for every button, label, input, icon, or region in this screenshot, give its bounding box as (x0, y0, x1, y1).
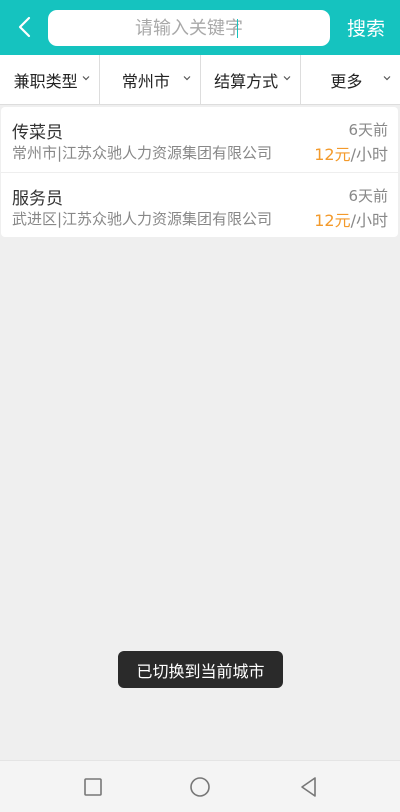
job-card[interactable]: 服务员 武进区|江苏众驰人力资源集团有限公司 6天前 12元/小时 (1, 173, 398, 237)
header: 搜索 (0, 0, 400, 55)
pay-unit: /小时 (350, 211, 388, 230)
job-list: 传菜员 常州市|江苏众驰人力资源集团有限公司 6天前 12元/小时 服务员 武进… (1, 107, 398, 237)
job-title: 服务员 (12, 189, 63, 209)
pay-unit: /小时 (350, 145, 388, 164)
square-icon[interactable] (80, 774, 106, 800)
toast-message: 已切换到当前城市 (118, 651, 283, 688)
job-company: 武进区|江苏众驰人力资源集团有限公司 (12, 210, 273, 228)
job-card[interactable]: 传菜员 常州市|江苏众驰人力资源集团有限公司 6天前 12元/小时 (1, 107, 398, 173)
chevron-down-icon (82, 76, 90, 81)
job-company: 常州市|江苏众驰人力资源集团有限公司 (12, 144, 273, 162)
filter-label: 更多 (330, 71, 363, 91)
job-pay: 12元/小时 (314, 207, 388, 231)
pay-amount: 12元 (314, 211, 351, 230)
screen: 搜索 兼职类型 常州市 结算方式 更多 (0, 0, 400, 812)
filter-bar: 兼职类型 常州市 结算方式 更多 (0, 55, 400, 105)
search-button[interactable]: 搜索 (336, 8, 396, 46)
back-button[interactable] (6, 8, 42, 46)
chevron-down-icon (183, 76, 190, 81)
chevron-down-icon (283, 76, 291, 81)
search-box[interactable] (48, 10, 330, 46)
circle-icon[interactable] (187, 774, 213, 800)
system-navbar (0, 760, 400, 812)
chevron-left-icon (18, 16, 31, 38)
filter-label: 常州市 (121, 71, 170, 91)
text-caret (237, 19, 238, 38)
job-posted-time: 6天前 (348, 187, 388, 205)
job-posted-time: 6天前 (348, 121, 388, 139)
filter-more[interactable]: 更多 (301, 55, 400, 104)
pay-amount: 12元 (314, 145, 351, 164)
filter-settlement[interactable]: 结算方式 (201, 55, 301, 104)
filter-job-type[interactable]: 兼职类型 (0, 55, 101, 104)
filter-label: 结算方式 (214, 71, 279, 91)
filter-label: 兼职类型 (13, 71, 78, 91)
triangle-back-icon[interactable] (296, 774, 322, 800)
job-title: 传菜员 (12, 123, 63, 143)
chevron-down-icon (383, 76, 391, 81)
filter-city[interactable]: 常州市 (100, 55, 201, 104)
job-pay: 12元/小时 (314, 141, 388, 165)
search-input[interactable] (57, 16, 321, 40)
